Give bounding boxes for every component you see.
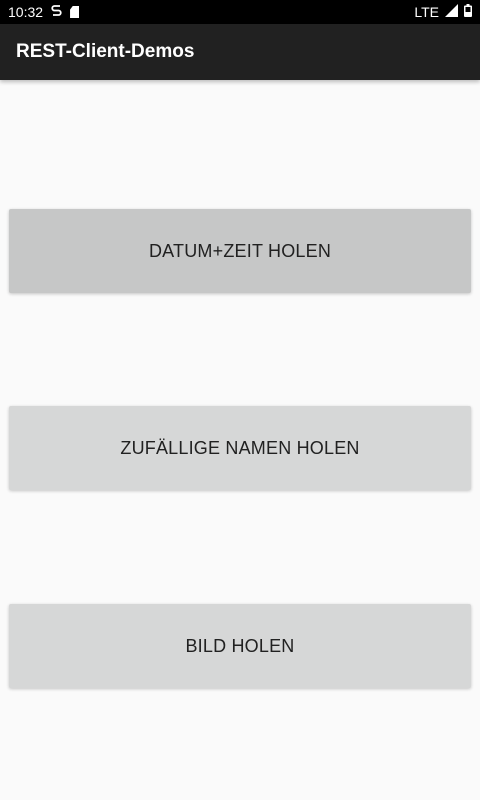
status-time: 10:32 xyxy=(8,4,44,20)
network-type: LTE xyxy=(414,4,439,20)
status-left: 10:32 xyxy=(8,4,80,20)
get-date-time-button[interactable]: DATUM+ZEIT HOLEN xyxy=(9,209,471,293)
sync-icon xyxy=(51,4,62,20)
battery-icon xyxy=(464,4,472,20)
status-bar: 10:32 LTE xyxy=(0,0,480,24)
status-right: LTE xyxy=(414,4,472,20)
signal-icon xyxy=(445,4,458,20)
main-content: DATUM+ZEIT HOLEN ZUFÄLLIGE NAMEN HOLEN B… xyxy=(0,80,480,800)
sd-card-icon xyxy=(70,6,80,18)
get-random-names-button[interactable]: ZUFÄLLIGE NAMEN HOLEN xyxy=(9,406,471,490)
app-title: REST-Client-Demos xyxy=(16,41,195,62)
app-bar: REST-Client-Demos xyxy=(0,24,480,80)
get-image-button[interactable]: BILD HOLEN xyxy=(9,604,471,688)
